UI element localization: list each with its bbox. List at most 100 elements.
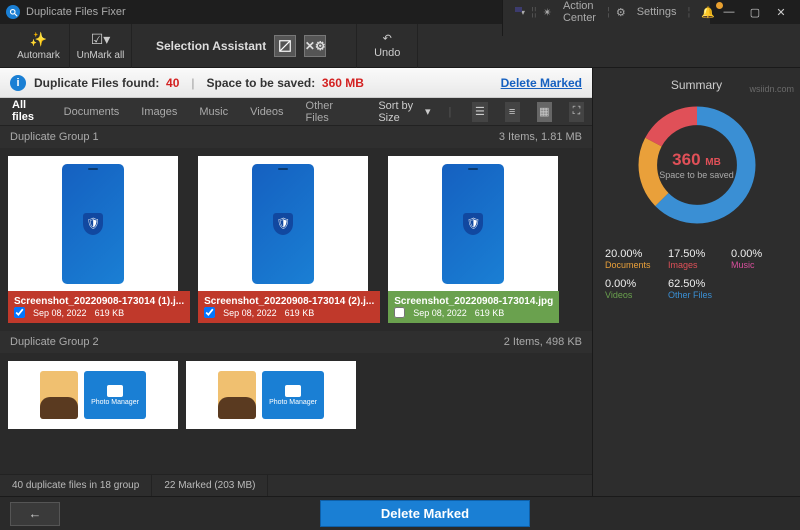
file-checkbox[interactable]: [204, 307, 215, 318]
notification-dot-icon: [716, 2, 723, 9]
space-label: Space to be saved:: [207, 76, 316, 90]
file-checkbox[interactable]: [14, 307, 25, 318]
app-title: Duplicate Files Fixer: [26, 6, 502, 18]
file-size: 619 KB: [95, 308, 125, 318]
stat-pct: 0.00%: [605, 278, 662, 290]
status-bar: 40 duplicate files in 18 group 22 Marked…: [0, 474, 592, 496]
view-grid-button[interactable]: ▦: [537, 102, 552, 122]
shield-icon: 🛡: [83, 213, 103, 235]
deer-icon: [218, 371, 256, 419]
undo-icon: ↶: [383, 32, 392, 45]
file-thumb[interactable]: Photo Manager: [8, 361, 178, 429]
group-info: 2 Items, 498 KB: [504, 336, 582, 348]
grid-icon: ▦: [539, 105, 549, 118]
found-value: 40: [166, 76, 179, 90]
stat-pct: 17.50%: [668, 248, 725, 260]
stat-label: Videos: [605, 290, 662, 300]
stat-pct: 62.50%: [668, 278, 725, 290]
tab-other[interactable]: Other Files: [302, 94, 351, 130]
sort-dropdown[interactable]: Sort by Size ▾: [378, 100, 430, 124]
unmark-label: UnMark all: [77, 50, 125, 61]
donut-unit: MB: [705, 157, 721, 168]
settings-icon: ⚙: [616, 6, 626, 19]
delete-marked-button[interactable]: Delete Marked: [320, 500, 530, 527]
file-date: Sep 08, 2022: [413, 308, 467, 318]
notifications-button[interactable]: 🔔: [696, 4, 720, 21]
view-fullscreen-button[interactable]: ⛶: [569, 102, 584, 122]
thumb-image: Photo Manager: [8, 361, 178, 429]
status-dup-count: 40 duplicate files in 18 group: [0, 475, 152, 496]
file-size: 619 KB: [285, 308, 315, 318]
view-detail-button[interactable]: ≡: [505, 102, 520, 122]
group-title: Duplicate Group 2: [10, 336, 99, 348]
back-button[interactable]: ←: [10, 502, 60, 526]
file-thumb[interactable]: 🛡 Screenshot_20220908-173014 (2).j... Se…: [198, 156, 380, 323]
watermark: wsiidn.com: [749, 84, 794, 94]
thumb-image: 🛡: [388, 156, 558, 291]
summary-donut-chart: 360 MB Space to be saved: [632, 100, 762, 230]
file-size: 619 KB: [475, 308, 505, 318]
detail-icon: ≡: [509, 106, 515, 118]
automark-button[interactable]: ✨ Automark: [8, 24, 70, 68]
tab-documents[interactable]: Documents: [60, 100, 124, 124]
photo-manager-icon: Photo Manager: [84, 371, 146, 419]
list-icon: ☰: [475, 105, 485, 118]
file-date: Sep 08, 2022: [223, 308, 277, 318]
shield-icon: 🛡: [463, 213, 483, 235]
deer-icon: [40, 371, 78, 419]
file-checkbox[interactable]: [394, 307, 405, 318]
tab-music[interactable]: Music: [195, 100, 232, 124]
notice-bar: i Duplicate Files found: 40 | Space to b…: [0, 68, 592, 98]
selection-assistant-label: Selection Assistant: [156, 39, 266, 53]
view-list-button[interactable]: ☰: [472, 102, 487, 122]
file-thumb[interactable]: 🛡 Screenshot_20220908-173014.jpg Sep 08,…: [388, 156, 559, 323]
action-center-button[interactable]: Action Center: [558, 0, 601, 26]
file-thumb[interactable]: Photo Manager: [186, 361, 356, 429]
tab-all-files[interactable]: All files: [8, 93, 46, 131]
wand-icon: ✨: [30, 31, 47, 48]
summary-panel: Summary 360 MB Space to be saved 20.00%D…: [592, 68, 800, 496]
shield-icon: 🛡: [273, 213, 293, 235]
file-date: Sep 08, 2022: [33, 308, 87, 318]
stat-pct: 0.00%: [731, 248, 788, 260]
expand-icon: ⛶: [573, 105, 581, 118]
tools-icon: ✕⚙: [305, 39, 326, 53]
tab-images[interactable]: Images: [137, 100, 181, 124]
group-header: Duplicate Group 1 3 Items, 1.81 MB: [0, 126, 592, 148]
file-name: Screenshot_20220908-173014 (1).j...: [14, 296, 184, 307]
undo-button[interactable]: ↶ Undo: [356, 24, 418, 68]
stat-label: Images: [668, 260, 725, 270]
titlebar: Duplicate Files Fixer ▾ ¦¦ ✴ Action Cent…: [0, 0, 800, 24]
unmark-all-button[interactable]: ☑▾ UnMark all: [70, 24, 132, 68]
undo-label: Undo: [374, 47, 400, 59]
thumb-image: 🛡: [8, 156, 178, 291]
sort-label: Sort by Size: [378, 100, 421, 124]
automark-label: Automark: [17, 50, 60, 61]
thumb-image: Photo Manager: [186, 361, 356, 429]
summary-stats: 20.00%Documents 17.50%Images 0.00%Music …: [605, 248, 788, 300]
delete-marked-link[interactable]: Delete Marked: [501, 76, 582, 90]
stat-pct: 20.00%: [605, 248, 662, 260]
file-name: Screenshot_20220908-173014 (2).j...: [204, 296, 374, 307]
space-value: 360 MB: [322, 76, 364, 90]
chevron-down-icon: ▾: [425, 105, 431, 118]
selection-ignore-button[interactable]: [274, 35, 296, 57]
selection-tools-button[interactable]: ✕⚙: [304, 35, 326, 57]
found-label: Duplicate Files found:: [34, 76, 159, 90]
donut-value: 360: [672, 150, 700, 169]
group-header: Duplicate Group 2 2 Items, 498 KB: [0, 331, 592, 353]
app-logo-icon: [6, 5, 20, 19]
tab-videos[interactable]: Videos: [246, 100, 287, 124]
action-center-icon: ✴: [543, 6, 552, 19]
settings-button[interactable]: Settings: [632, 4, 682, 20]
footer: ← Delete Marked: [0, 496, 800, 530]
unmark-icon: ☑▾: [91, 31, 111, 48]
status-marked: 22 Marked (203 MB): [152, 475, 268, 496]
donut-sub: Space to be saved: [659, 170, 734, 180]
maximize-button[interactable]: ▢: [742, 0, 768, 24]
stat-label: Music: [731, 260, 788, 270]
back-icon: ←: [29, 506, 42, 521]
stat-label: Documents: [605, 260, 662, 270]
file-thumb[interactable]: 🛡 Screenshot_20220908-173014 (1).j... Se…: [8, 156, 190, 323]
close-button[interactable]: ✕: [768, 0, 794, 24]
